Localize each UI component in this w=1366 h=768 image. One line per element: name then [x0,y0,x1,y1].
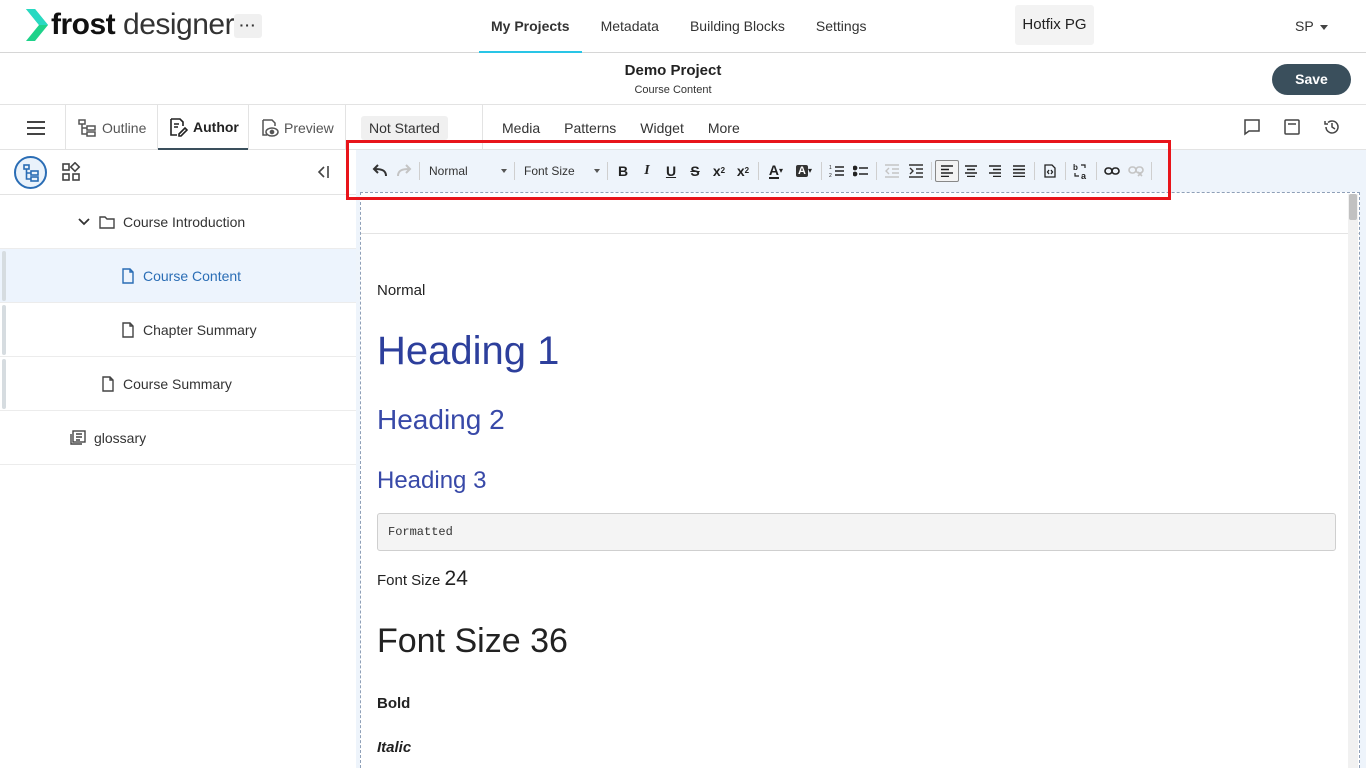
hamburger-menu-icon[interactable] [27,121,45,139]
nav-my-projects[interactable]: My Projects [479,0,582,53]
frost-designer-logo[interactable]: frost designer [26,8,235,42]
project-header: Demo Project Course Content Save [0,53,1366,105]
nav-metadata[interactable]: Metadata [589,0,671,53]
user-initials: SP [1295,18,1314,34]
main-nav: My Projects Metadata Building Blocks Set… [479,0,886,53]
tab-outline-label: Outline [102,119,147,136]
tab-outline[interactable]: Outline [77,105,157,150]
tab-preview[interactable]: Preview [259,105,345,150]
tree-item-glossary[interactable]: glossary [0,411,356,465]
save-button[interactable]: Save [1272,64,1351,95]
caret-down-icon [1319,24,1328,30]
menu-more[interactable]: More [708,120,740,136]
outline-tree-icon [78,118,96,137]
tab-preview-label: Preview [284,119,334,136]
font-size-24-prefix: Font Size [377,572,445,589]
tree-item-label: glossary [94,429,147,446]
logo-bold-text: frost [51,8,116,41]
comment-icon[interactable] [1243,118,1261,136]
nav-settings[interactable]: Settings [804,0,879,53]
menu-patterns[interactable]: Patterns [564,120,616,136]
workspace-selector[interactable]: Hotfix PG [1015,5,1094,45]
preview-eye-icon [262,118,279,137]
tree-item-label: Course Content [143,267,242,284]
tree-view-toggle[interactable] [14,156,47,189]
menu-media[interactable]: Media [502,120,540,136]
tab-author[interactable]: Author [158,105,248,150]
notes-panel-icon[interactable] [1283,118,1301,136]
heading-3[interactable]: Heading 3 [377,467,486,495]
tree-item-chapter-summary[interactable]: Chapter Summary [0,303,356,357]
user-menu[interactable]: SP [1295,18,1328,34]
glossary-icon [70,430,86,445]
toolbar-highlight-box [346,140,1171,200]
tree-item-label: Course Introduction [123,213,246,230]
tree-view-icon [23,164,39,182]
grid-view-icon[interactable] [61,162,81,182]
top-navigation-bar: frost designer ··· My Projects Metadata … [0,0,1366,53]
page-icon [122,267,134,284]
bold-paragraph[interactable]: Bold [377,695,410,712]
author-edit-icon [170,117,188,137]
logo-light-text: designer [115,8,235,41]
font-size-36-paragraph[interactable]: Font Size 36 [377,622,568,661]
menu-widget[interactable]: Widget [640,120,684,136]
chevron-logo-icon [26,9,48,41]
project-title: Demo Project [624,62,722,79]
page-icon [102,375,114,392]
tree-item-label: Course Summary [123,375,232,392]
chevron-down-icon[interactable] [77,215,91,229]
page-icon [122,321,134,338]
formatted-block[interactable]: Formatted [377,513,1336,551]
tab-author-label: Author [193,118,239,135]
project-subtitle: Course Content [634,84,712,96]
folder-icon [99,215,115,229]
more-options-button[interactable]: ··· [234,14,262,38]
normal-paragraph[interactable]: Normal [377,282,425,299]
font-size-24-number: 24 [444,567,468,590]
vertical-scrollbar[interactable] [1348,194,1358,768]
nav-building-blocks[interactable]: Building Blocks [678,0,797,53]
tree-item-course-content[interactable]: Course Content [0,249,356,303]
heading-1[interactable]: Heading 1 [377,329,559,374]
tree-item-course-introduction[interactable]: Course Introduction [0,195,356,249]
course-outline-sidebar: Course Introduction Course Content Chapt… [0,150,356,768]
status-badge[interactable]: Not Started [361,116,448,140]
font-size-24-paragraph[interactable]: Font Size 24 [377,567,468,591]
document-canvas[interactable]: Normal Heading 1 Heading 2 Heading 3 For… [360,192,1360,768]
scrollbar-thumb[interactable] [1349,194,1357,220]
tree-item-course-summary[interactable]: Course Summary [0,357,356,411]
italic-paragraph[interactable]: Italic [377,739,411,756]
collapse-sidebar-icon[interactable] [315,164,331,180]
heading-2[interactable]: Heading 2 [377,404,505,436]
history-icon[interactable] [1323,118,1341,136]
tree-item-label: Chapter Summary [143,321,257,338]
